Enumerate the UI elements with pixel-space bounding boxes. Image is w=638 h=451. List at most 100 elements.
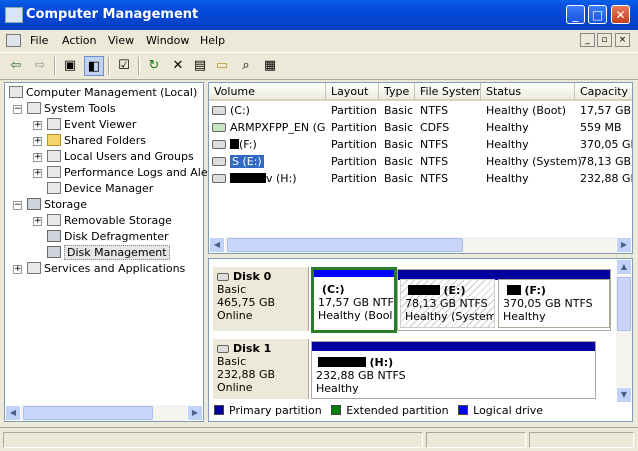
disk-0-info[interactable]: Disk 0 Basic 465,75 GB Online: [213, 267, 309, 331]
mdi-minimize-button[interactable]: _: [580, 33, 595, 47]
disk-graphical-view[interactable]: Disk 0 Basic 465,75 GB Online (C:) 17,57…: [208, 258, 633, 422]
menu-view[interactable]: View: [108, 34, 134, 47]
layout-cell: Partition: [331, 172, 377, 185]
toolbar-separator: [108, 57, 110, 75]
column-header-file-system[interactable]: File System: [415, 83, 481, 101]
tree-item-device-manager[interactable]: Device Manager: [47, 181, 153, 197]
table-row[interactable]: S (E:) Partition Basic NTFS Healthy (Sys…: [209, 153, 632, 170]
scroll-thumb[interactable]: [23, 406, 153, 420]
open-folder-icon[interactable]: ▭: [212, 56, 232, 76]
disk-type: Basic: [217, 283, 247, 296]
forward-arrow-icon[interactable]: ⇨: [30, 56, 50, 76]
scroll-thumb[interactable]: [227, 238, 463, 252]
map-vertical-scrollbar[interactable]: ▲ ▼: [616, 259, 632, 403]
layout-cell: Partition: [331, 155, 377, 168]
column-header-capacity[interactable]: Capacity: [575, 83, 632, 101]
up-folder-icon[interactable]: ▣: [60, 56, 80, 76]
expand-toggle[interactable]: +: [13, 265, 22, 274]
expand-toggle[interactable]: +: [33, 169, 42, 178]
menu-help[interactable]: Help: [200, 34, 225, 47]
tree-item-performance-logs[interactable]: Performance Logs and Alerts: [47, 165, 222, 181]
properties-icon[interactable]: ☑: [114, 56, 134, 76]
partition-f[interactable]: (F:) 370,05 GB NTFS Healthy: [498, 279, 610, 328]
mdi-restore-button[interactable]: ▫: [597, 33, 612, 47]
device-manager-icon: [47, 182, 61, 194]
scroll-left-button[interactable]: ◀: [5, 405, 21, 421]
tree-item-disk-management[interactable]: Disk Management: [47, 245, 170, 261]
tree-item-computer-management[interactable]: Computer Management (Local): [9, 85, 197, 101]
tree-item-label: Services and Applications: [44, 262, 186, 275]
menu-file[interactable]: File: [30, 34, 48, 47]
column-header-layout[interactable]: Layout: [326, 83, 379, 101]
show-hide-tree-icon[interactable]: ◧: [84, 56, 104, 76]
search-icon[interactable]: ⌕: [236, 56, 256, 76]
list-horizontal-scrollbar[interactable]: ◀ ▶: [209, 237, 632, 253]
tree-item-event-viewer[interactable]: Event Viewer: [47, 117, 136, 133]
removable-storage-icon: [47, 214, 61, 226]
disk-state: Online: [217, 381, 253, 394]
capacity-cell: 17,57 GB: [580, 104, 632, 117]
collapse-toggle[interactable]: −: [13, 201, 22, 210]
status-pane: [529, 432, 634, 448]
partition-e[interactable]: (E:) 78,13 GB NTFS Healthy (System): [400, 279, 495, 328]
menu-window[interactable]: Window: [146, 34, 189, 47]
scroll-down-button[interactable]: ▼: [616, 387, 632, 403]
toolbar-separator: [54, 57, 56, 75]
status-cell: Healthy: [486, 138, 529, 151]
table-row[interactable]: (C:) Partition Basic NTFS Healthy (Boot)…: [209, 102, 632, 119]
tree-item-removable-storage[interactable]: Removable Storage: [47, 213, 172, 229]
logical-drive-swatch: [458, 405, 469, 415]
menu-action[interactable]: Action: [62, 34, 96, 47]
tree-item-local-users[interactable]: Local Users and Groups: [47, 149, 194, 165]
volume-name: v (H:): [266, 172, 297, 185]
scroll-thumb[interactable]: [617, 277, 631, 331]
tree-item-shared-folders[interactable]: Shared Folders: [47, 133, 146, 149]
capacity-cell: 78,13 GB: [580, 155, 632, 168]
back-arrow-icon[interactable]: ⇦: [6, 56, 26, 76]
title-bar[interactable]: Computer Management _ □ ✕: [0, 0, 638, 30]
shared-folder-icon: [47, 134, 61, 146]
disk-1-info[interactable]: Disk 1 Basic 232,88 GB Online: [213, 339, 309, 399]
properties-sheet-icon[interactable]: ▤: [190, 56, 210, 76]
scroll-left-button[interactable]: ◀: [209, 237, 225, 253]
partition-c[interactable]: (C:) 17,57 GB NTF Healthy (Bool: [311, 267, 397, 333]
type-cell: Basic: [384, 138, 414, 151]
mdi-close-button[interactable]: ×: [615, 33, 630, 47]
maximize-button[interactable]: □: [588, 5, 607, 24]
scroll-up-button[interactable]: ▲: [616, 259, 632, 275]
scroll-right-button[interactable]: ▶: [616, 237, 632, 253]
tree-horizontal-scrollbar[interactable]: ◀ ▶: [5, 405, 203, 421]
table-row[interactable]: ARMPXFPP_EN (G:) Partition Basic CDFS He…: [209, 119, 632, 136]
collapse-toggle[interactable]: −: [13, 105, 22, 114]
volume-list[interactable]: Volume Layout Type File System Status Ca…: [208, 82, 633, 254]
minimize-button[interactable]: _: [566, 5, 585, 24]
delete-icon[interactable]: ✕: [168, 56, 188, 76]
refresh-icon[interactable]: ↻: [144, 56, 164, 76]
system-menu-icon[interactable]: [6, 34, 21, 47]
partition-h[interactable]: (H:) 232,88 GB NTFS Healthy: [311, 341, 596, 399]
disk-wizard-icon[interactable]: ▦: [260, 56, 280, 76]
table-row[interactable]: (F:) Partition Basic NTFS Healthy 370,05…: [209, 136, 632, 153]
expand-toggle[interactable]: +: [33, 153, 42, 162]
tree-item-system-tools[interactable]: System Tools: [27, 101, 116, 117]
tools-icon: [27, 102, 41, 114]
console-tree[interactable]: Computer Management (Local) − System Too…: [4, 82, 222, 422]
tree-item-disk-defragmenter[interactable]: Disk Defragmenter: [47, 229, 169, 245]
expand-toggle[interactable]: +: [33, 137, 42, 146]
table-row[interactable]: v (H:) Partition Basic NTFS Healthy 232,…: [209, 170, 632, 187]
tree-item-label: Disk Defragmenter: [64, 230, 169, 243]
expand-toggle[interactable]: +: [33, 217, 42, 226]
partition-size: 78,13 GB NTFS: [405, 297, 488, 310]
close-button[interactable]: ✕: [611, 5, 630, 24]
column-header-status[interactable]: Status: [481, 83, 575, 101]
column-header-volume[interactable]: Volume: [209, 83, 326, 101]
partition-status: Healthy (System): [405, 310, 495, 323]
tree-item-storage[interactable]: Storage: [27, 197, 87, 213]
disk-state: Online: [217, 309, 253, 322]
volume-name: S (E:): [232, 155, 262, 168]
scroll-right-button[interactable]: ▶: [187, 405, 203, 421]
expand-toggle[interactable]: +: [33, 121, 42, 130]
column-header-type[interactable]: Type: [379, 83, 415, 101]
tree-item-services-applications[interactable]: Services and Applications: [27, 261, 185, 277]
tree-item-label: System Tools: [44, 102, 116, 115]
